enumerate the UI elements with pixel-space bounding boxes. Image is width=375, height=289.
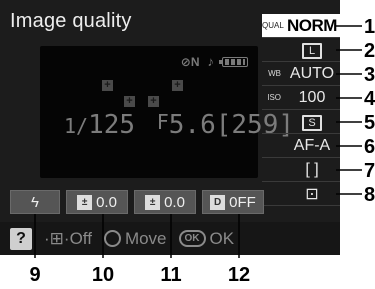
info-off-hint: ·⊞·Off: [44, 228, 92, 248]
panel-item-focus-mode[interactable]: AF-A: [262, 134, 340, 158]
callout-number: 12: [228, 264, 250, 286]
exposure-compensation-button[interactable]: ± 0.0: [66, 190, 128, 214]
panel-item-white-balance[interactable]: WB AUTO: [262, 62, 340, 86]
af-area-icon: [ ]: [305, 160, 319, 178]
panel-item-value: 100: [298, 88, 326, 106]
aperture-value: 5.6: [168, 110, 216, 140]
panel-item-value: AUTO: [289, 64, 335, 82]
panel-item-iso[interactable]: ISO 100: [262, 86, 340, 110]
exposure-comp-icon: ±: [77, 194, 93, 210]
callout-number: 5: [364, 112, 375, 134]
flash-icon: ϟ: [31, 193, 39, 211]
d-lighting-icon: D: [210, 194, 226, 210]
panel-item-value: AF-A: [293, 136, 331, 154]
move-hint: Move: [103, 228, 167, 249]
settings-panel: QUAL NORM L WB AUTO ISO 100 S AF-A [ ] ⊡: [262, 14, 340, 206]
beep-icon: ♪: [207, 54, 215, 69]
panel-item-image-size[interactable]: L: [262, 38, 340, 62]
camera-lcd-screen: Image quality ⊘N ♪ + + + + 1/125 F5.6[25…: [0, 0, 340, 255]
callout-number: 6: [364, 136, 375, 158]
panel-item-value: NORM: [287, 15, 337, 35]
panel-item-image-quality[interactable]: QUAL NORM: [262, 14, 340, 38]
bottom-settings-row: ϟ ± 0.0 ± 0.0 D 0FF: [10, 190, 264, 214]
flash-compensation-button[interactable]: ± 0.0: [134, 190, 196, 214]
aperture-prefix: F: [156, 110, 169, 134]
ok-label: OK: [209, 228, 235, 248]
flash-cancel-icon: ⊘N: [180, 54, 200, 69]
callout-number: 11: [160, 264, 181, 286]
exposure-comp-value: 0.0: [96, 193, 117, 211]
callout-number: 9: [29, 264, 40, 286]
callout-number: 3: [364, 64, 375, 86]
panel-item-label: WB: [268, 69, 281, 78]
multi-selector-icon: [103, 230, 121, 247]
shutter-speed: 125: [88, 110, 136, 140]
af-points: + + + +: [102, 80, 192, 107]
flash-comp-value: 0.0: [164, 193, 185, 211]
move-label: Move: [124, 228, 167, 248]
page-title: Image quality: [10, 10, 132, 32]
af-point-icon: +: [102, 80, 113, 91]
image-size-icon: L: [302, 42, 322, 59]
panel-item-metering[interactable]: ⊡: [262, 182, 340, 206]
af-point-icon: +: [148, 96, 159, 107]
d-lighting-value: 0FF: [229, 193, 256, 211]
callout-number: 4: [364, 88, 375, 110]
help-bar: ? ·⊞·Off Move OK OK: [0, 222, 340, 255]
ok-hint: OK OK: [178, 228, 235, 249]
panel-item-label: ISO: [267, 93, 281, 102]
panel-item-release-mode[interactable]: S: [262, 110, 340, 134]
panel-item-label: QUAL: [262, 21, 284, 30]
af-point-icon: +: [124, 96, 135, 107]
panel-item-af-area[interactable]: [ ]: [262, 158, 340, 182]
callout-number: 1: [364, 16, 375, 38]
flash-comp-icon: ±: [145, 194, 161, 210]
exposure-readout: 1/125 F5.6[259]: [64, 110, 294, 140]
single-frame-icon: S: [302, 114, 322, 131]
metering-icon: ⊡: [305, 185, 319, 203]
ok-button-icon: OK: [178, 230, 206, 247]
af-point-icon: +: [172, 80, 183, 91]
viewfinder-display: ⊘N ♪ + + + + 1/125 F5.6[259]: [40, 46, 294, 178]
callout-number: 10: [92, 264, 114, 286]
callout-number: 8: [364, 184, 375, 206]
viewfinder-status-row: ⊘N ♪: [181, 54, 248, 69]
help-icon[interactable]: ?: [10, 227, 32, 250]
callout-number: 2: [364, 40, 375, 62]
callout-number: 7: [364, 160, 375, 182]
battery-icon: [219, 56, 248, 67]
shutter-prefix: 1/: [64, 114, 89, 138]
active-d-lighting-button[interactable]: D 0FF: [202, 190, 264, 214]
flash-mode-button[interactable]: ϟ: [10, 190, 60, 214]
